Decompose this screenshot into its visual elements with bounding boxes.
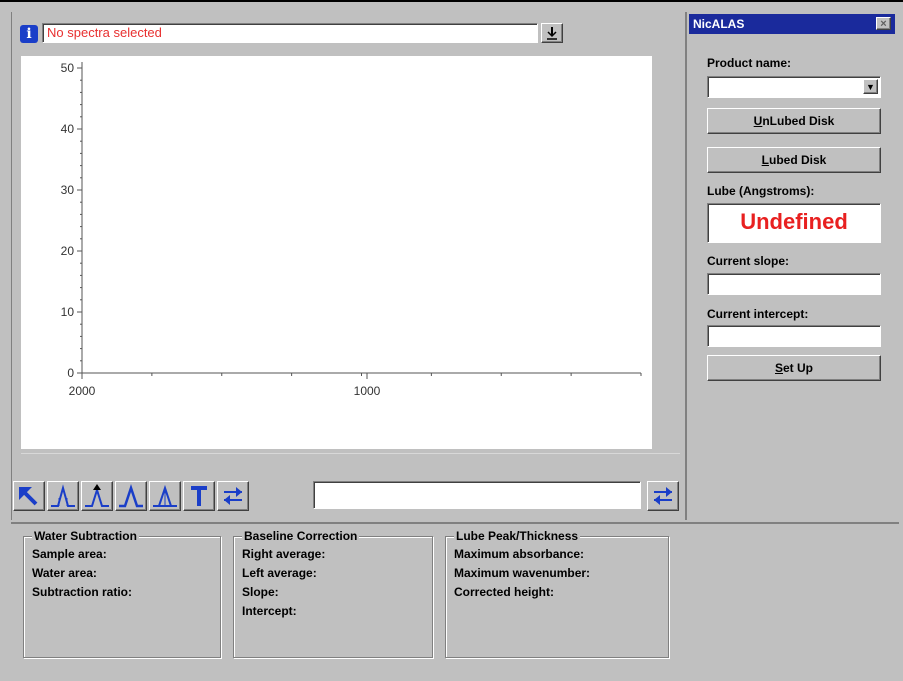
peak-outline-button[interactable] (115, 481, 147, 511)
field-label: Intercept: (242, 604, 297, 618)
peak-outline-icon (119, 484, 143, 508)
unlubed-disk-button[interactable]: UnLubed Disk (707, 108, 881, 134)
button-label: ubed Disk (768, 153, 827, 167)
tool-input-field[interactable] (313, 481, 641, 509)
swap-icon (224, 487, 242, 505)
y-tick-label: 40 (61, 122, 75, 136)
y-tick-label: 0 (67, 366, 74, 380)
water-subtraction-group: Water Subtraction Sample area: Water are… (23, 529, 221, 658)
field-label: Water area: (32, 566, 97, 580)
baseline-correction-group: Baseline Correction Right average: Left … (233, 529, 433, 658)
y-tick-label: 50 (61, 61, 75, 75)
swap-icon (654, 487, 672, 505)
pointer-button[interactable] (13, 481, 45, 511)
accelerator-key: S (774, 361, 783, 375)
nicalas-titlebar: NicALAS × (689, 14, 895, 34)
current-slope-field[interactable] (707, 273, 881, 295)
field-label: Sample area: (32, 547, 107, 561)
swap-left-button[interactable] (217, 481, 249, 511)
results-panel: Water Subtraction Sample area: Water are… (11, 522, 899, 680)
field-label: Left average: (242, 566, 317, 580)
button-label: nLubed Disk (762, 114, 835, 128)
x-tick-label: 1000 (354, 384, 381, 398)
pointer-arrow-icon (19, 487, 38, 506)
app-window: i No spectra selected 50 40 30 20 10 0 2000 100… (0, 0, 903, 681)
field-label: Slope: (242, 585, 279, 599)
peak-area-icon (153, 484, 177, 507)
spectrum-plot[interactable]: 50 40 30 20 10 0 2000 1000 (21, 56, 652, 449)
y-tick-label: 20 (61, 244, 75, 258)
peak-marker-icon (85, 484, 109, 507)
plot-svg: 50 40 30 20 10 0 2000 1000 (61, 61, 642, 398)
peak-area-button[interactable] (149, 481, 181, 511)
accelerator-key: L (761, 153, 769, 167)
current-intercept-field[interactable] (707, 325, 881, 347)
spectrum-panel: i No spectra selected 50 40 30 20 10 0 2000 100… (11, 12, 684, 520)
lube-value: Undefined (707, 203, 881, 243)
product-name-label: Product name: (707, 56, 792, 70)
peak-icon (51, 484, 75, 507)
swap-right-button[interactable] (647, 481, 679, 511)
lube-label: Lube (Angstroms): (707, 184, 815, 198)
nicalas-panel: NicALAS × Product name: ▼ UnLubed Disk L… (685, 12, 898, 520)
button-label: et Up (783, 361, 813, 375)
status-field: No spectra selected (42, 23, 538, 43)
download-button[interactable] (541, 23, 563, 43)
text-tool-button[interactable] (183, 481, 215, 511)
field-label: Corrected height: (454, 585, 555, 599)
info-icon[interactable]: i (20, 25, 38, 43)
group-title: Lube Peak/Thickness (454, 529, 581, 543)
text-tool-icon (191, 486, 207, 506)
product-name-select[interactable]: ▼ (707, 76, 881, 98)
group-title: Baseline Correction (242, 529, 360, 543)
download-icon (547, 27, 557, 40)
x-tick-label: 2000 (69, 384, 96, 398)
group-title: Water Subtraction (32, 529, 139, 543)
field-label: Maximum absorbance: (454, 547, 585, 561)
lubed-disk-button[interactable]: Lubed Disk (707, 147, 881, 173)
panel-title: NicALAS (693, 17, 745, 31)
y-tick-label: 30 (61, 183, 75, 197)
set-up-button[interactable]: Set Up (707, 355, 881, 381)
current-intercept-label: Current intercept: (707, 307, 809, 321)
close-icon[interactable]: × (876, 17, 891, 30)
peak-tool-button[interactable] (47, 481, 79, 511)
plot-scroll-strip[interactable] (21, 453, 680, 474)
field-label: Right average: (242, 547, 326, 561)
field-label: Subtraction ratio: (32, 585, 133, 599)
y-tick-label: 10 (61, 305, 75, 319)
lube-peak-group: Lube Peak/Thickness Maximum absorbance: … (445, 529, 669, 658)
chevron-down-icon[interactable]: ▼ (863, 79, 878, 94)
tool-bar (11, 474, 683, 520)
current-slope-label: Current slope: (707, 254, 790, 268)
peak-marker-button[interactable] (81, 481, 113, 511)
field-label: Maximum wavenumber: (454, 566, 591, 580)
